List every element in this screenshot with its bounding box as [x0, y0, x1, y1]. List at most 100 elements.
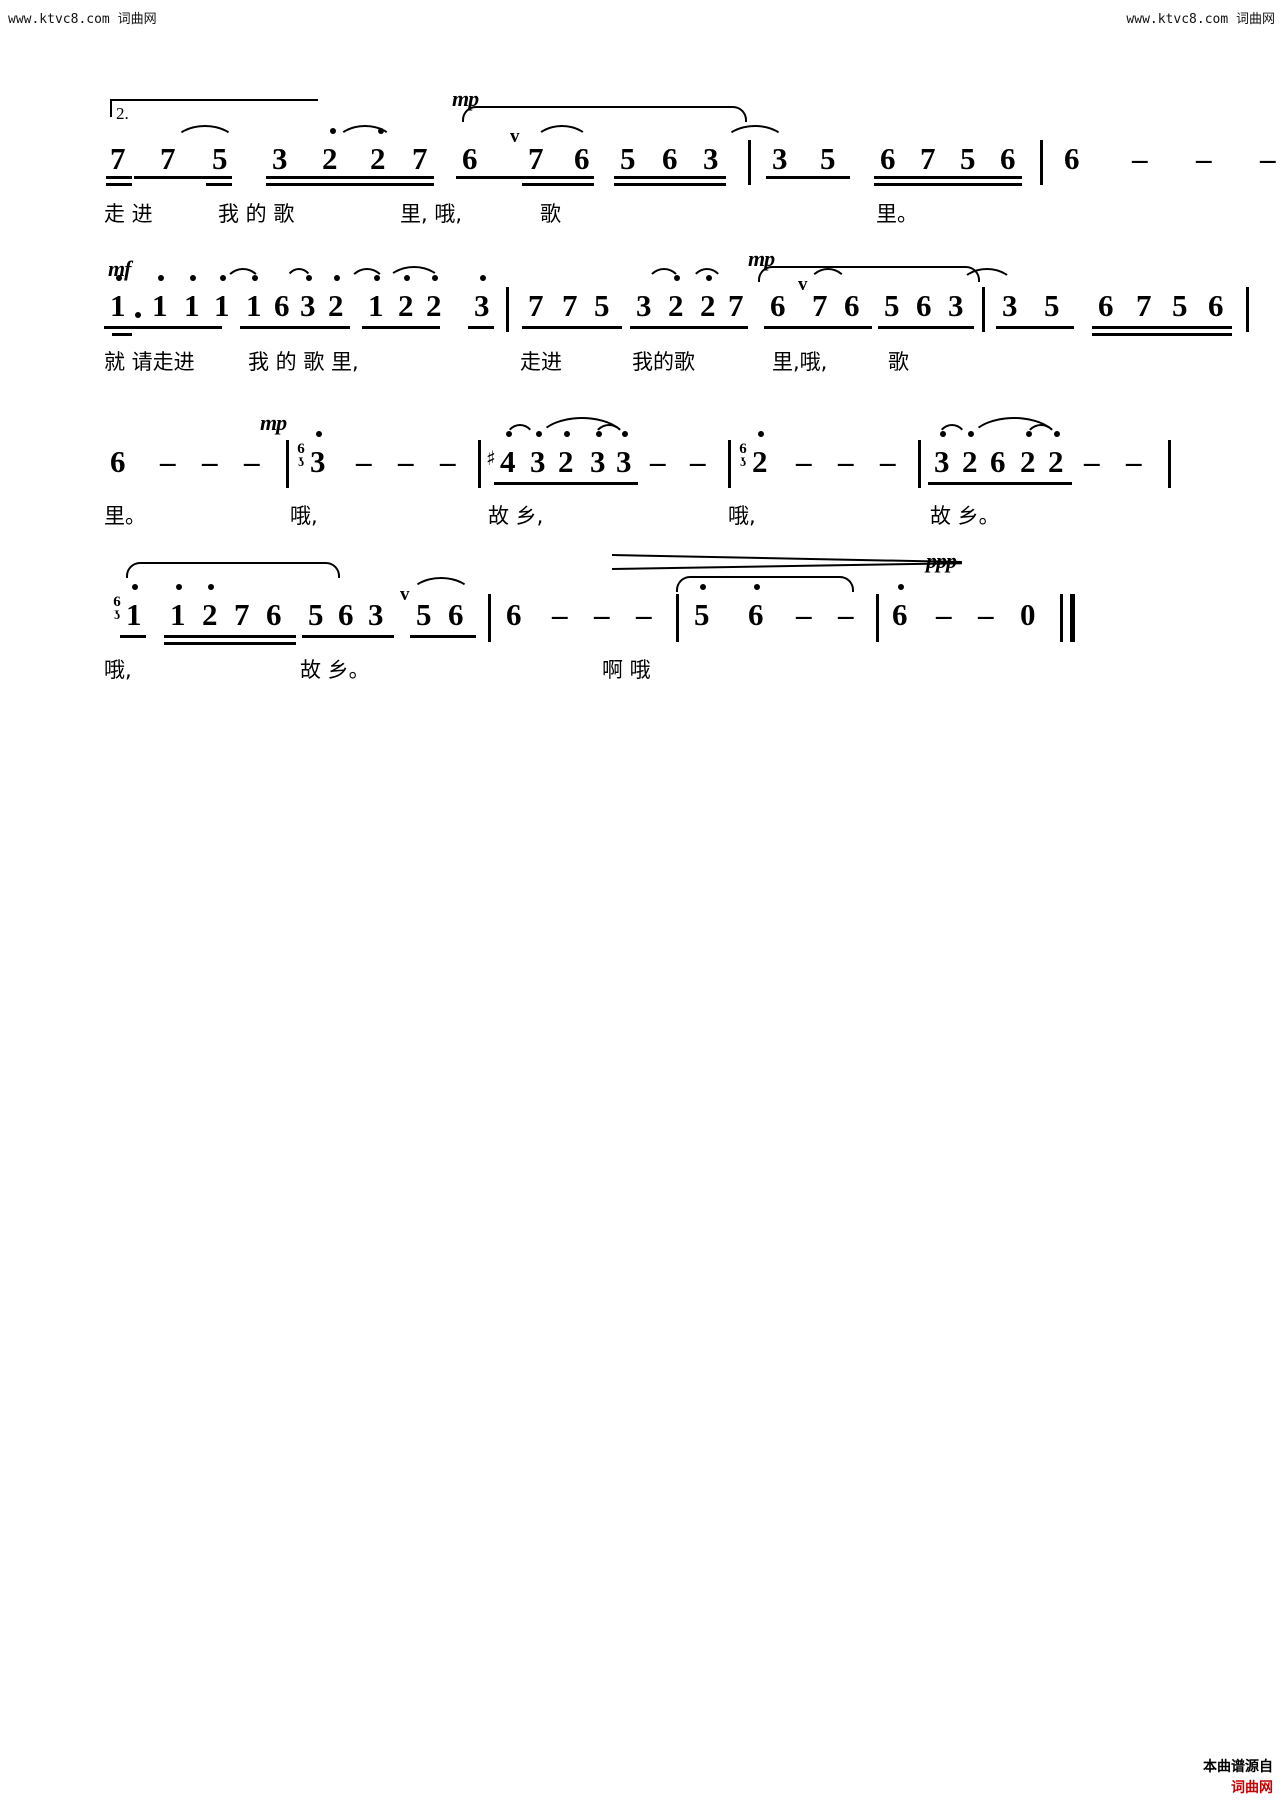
lyric: 哦, [104, 658, 132, 682]
note: 6 [266, 597, 282, 632]
hold-dash: – [838, 444, 854, 479]
note: 7 [528, 288, 544, 323]
time-signature-mark: 6ʖ [113, 594, 121, 623]
lyric: 故 乡, [488, 504, 544, 528]
note: 3 [474, 288, 490, 323]
note: 5 [884, 288, 900, 323]
note: 7 [110, 141, 126, 176]
note: 3 [948, 288, 964, 323]
beam [106, 183, 132, 186]
lyric: 啊 哦 [602, 658, 651, 682]
beam [928, 482, 1072, 485]
hold-dash: – [1084, 444, 1100, 479]
note: 6 [110, 444, 126, 479]
lyric: 我 的 歌 [218, 202, 295, 226]
hold-dash: – [636, 597, 652, 632]
hold-dash: – [202, 444, 218, 479]
note: 7 [562, 288, 578, 323]
note: 2 [370, 141, 386, 176]
beam [522, 326, 622, 329]
time-signature-mark: 6ʖ [739, 441, 747, 470]
slur [224, 268, 262, 286]
beam [878, 326, 974, 329]
beam [164, 642, 296, 645]
beam [996, 326, 1074, 329]
note: 3 [636, 288, 652, 323]
note: 6 [338, 597, 354, 632]
beam [1092, 333, 1232, 336]
volta-bracket [110, 99, 318, 117]
barline [478, 440, 481, 488]
octave-dot [176, 584, 182, 590]
beam [120, 635, 146, 638]
note: 2 [700, 288, 716, 323]
note: 0 [1020, 597, 1036, 632]
note: 3 [368, 597, 384, 632]
lyric: 哦, [290, 504, 318, 528]
barline [676, 594, 679, 642]
up-bow-mark: v [510, 126, 520, 147]
octave-dot [158, 275, 164, 281]
lyric: 我 的 歌 里, [248, 350, 359, 374]
hold-dash: – [936, 597, 952, 632]
lyric: 里, 哦, [400, 202, 463, 226]
note: 5 [594, 288, 610, 323]
hold-dash: – [838, 597, 854, 632]
lyric: 里,哦, [772, 350, 828, 374]
barline [918, 440, 921, 488]
note: 1 [152, 288, 168, 323]
note: 6 [844, 288, 860, 323]
beam [104, 326, 222, 329]
phrase-bracket-3 [126, 562, 340, 578]
beam [456, 176, 594, 179]
final-barline-thin [1060, 594, 1063, 642]
note: 3 [272, 141, 288, 176]
beam [614, 183, 726, 186]
note: 5 [694, 597, 710, 632]
hold-dash: – [244, 444, 260, 479]
note: 5 [1172, 288, 1188, 323]
barline [488, 594, 491, 642]
phrase-bracket-1 [462, 106, 747, 122]
slur [336, 125, 394, 143]
hold-dash: – [880, 444, 896, 479]
diminuendo-hairpin-top [611, 554, 962, 564]
lyric: 就 请走进 [104, 350, 195, 374]
note: 1 [368, 288, 384, 323]
octave-dot [758, 431, 764, 437]
note: 2 [398, 288, 414, 323]
beam [522, 183, 594, 186]
slur [690, 268, 724, 286]
up-bow-mark: v [400, 584, 410, 605]
note: 2 [668, 288, 684, 323]
note: 2 [322, 141, 338, 176]
beam [164, 635, 296, 638]
beam [614, 176, 726, 179]
beam [874, 183, 1022, 186]
hold-dash: – [796, 444, 812, 479]
beam [112, 333, 132, 336]
barline [1168, 440, 1171, 488]
note: 3 [934, 444, 950, 479]
beam [266, 176, 434, 179]
final-barline-thick [1070, 594, 1075, 642]
beam [874, 176, 1022, 179]
beam [302, 635, 394, 638]
note: 3 [1002, 288, 1018, 323]
note: 6 [880, 141, 896, 176]
note: 2 [752, 444, 768, 479]
note: 6 [506, 597, 522, 632]
hold-dash: – [796, 597, 812, 632]
dotted-note-dot [135, 312, 141, 318]
lyric: 歌 [888, 350, 909, 374]
volta-number: 2. [116, 104, 129, 123]
slur [504, 424, 536, 442]
beam [630, 326, 748, 329]
note: 7 [728, 288, 744, 323]
note: 3 [530, 444, 546, 479]
note: 2 [558, 444, 574, 479]
hold-dash: – [552, 597, 568, 632]
octave-dot [898, 584, 904, 590]
slur [724, 125, 786, 143]
slur [936, 424, 968, 442]
